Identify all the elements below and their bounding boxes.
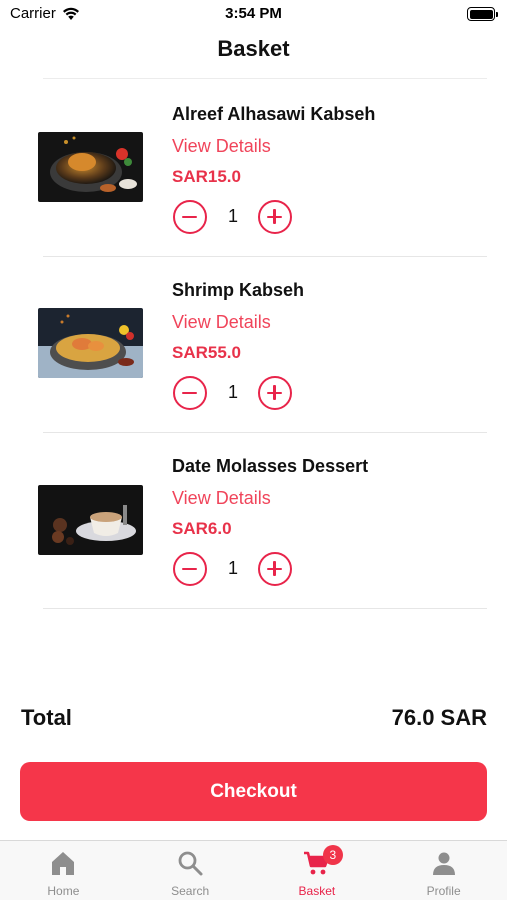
tab-label: Home: [47, 884, 80, 898]
total-value: 76.0 SAR: [391, 705, 487, 730]
decrease-quantity-button[interactable]: [173, 552, 207, 586]
quantity-stepper: 1: [172, 376, 302, 410]
basket-item: Alreef Alhasawi Kabseh View Details SAR1…: [0, 80, 507, 257]
page-title: Basket: [217, 36, 290, 61]
search-icon: [178, 851, 203, 876]
basket-count-badge: 3: [322, 845, 343, 865]
item-price: SAR15.0: [172, 167, 241, 186]
quantity-value: 1: [227, 382, 238, 402]
tab-label: Basket: [298, 884, 336, 898]
tab-basket[interactable]: 3 Basket: [254, 841, 381, 900]
divider: [43, 608, 487, 609]
status-time: 3:54 PM: [225, 5, 282, 22]
view-details-link[interactable]: View Details: [172, 136, 271, 157]
increase-quantity-button[interactable]: [258, 376, 292, 410]
checkout-button[interactable]: Checkout: [20, 762, 487, 821]
quantity-stepper: 1: [172, 200, 302, 234]
basket-item: Date Molasses Dessert View Details SAR6.…: [0, 432, 507, 609]
quantity-stepper: 1: [172, 552, 302, 586]
basket-item: Shrimp Kabseh View Details SAR55.0 1: [0, 256, 507, 433]
food-image: [38, 132, 143, 202]
item-price: SAR6.0: [172, 519, 232, 538]
tab-label: Search: [171, 884, 210, 898]
item-price: SAR55.0: [172, 343, 241, 362]
total-label: Total: [21, 705, 72, 730]
person-icon: [432, 852, 455, 875]
quantity-value: 1: [227, 206, 238, 226]
view-details-link[interactable]: View Details: [172, 312, 271, 333]
divider: [43, 78, 487, 79]
decrease-quantity-button[interactable]: [173, 376, 207, 410]
increase-quantity-button[interactable]: [258, 552, 292, 586]
quantity-value: 1: [227, 558, 238, 578]
tab-profile[interactable]: Profile: [380, 841, 507, 900]
item-name: Date Molasses Dessert: [172, 456, 369, 476]
increase-quantity-button[interactable]: [258, 200, 292, 234]
decrease-quantity-button[interactable]: [173, 200, 207, 234]
food-image: [38, 485, 143, 555]
tab-search[interactable]: Search: [127, 841, 254, 900]
item-name: Shrimp Kabseh: [172, 280, 305, 300]
tab-home[interactable]: Home: [0, 841, 127, 900]
home-icon: [52, 852, 75, 875]
item-name: Alreef Alhasawi Kabseh: [172, 104, 376, 124]
status-bar: Carrier 3:54 PM: [0, 0, 507, 30]
view-details-link[interactable]: View Details: [172, 488, 271, 509]
battery-icon: [467, 7, 498, 21]
tab-bar: Home Search 3 Basket Profile: [0, 840, 507, 900]
tab-label: Profile: [426, 884, 461, 898]
food-image: [38, 308, 143, 378]
